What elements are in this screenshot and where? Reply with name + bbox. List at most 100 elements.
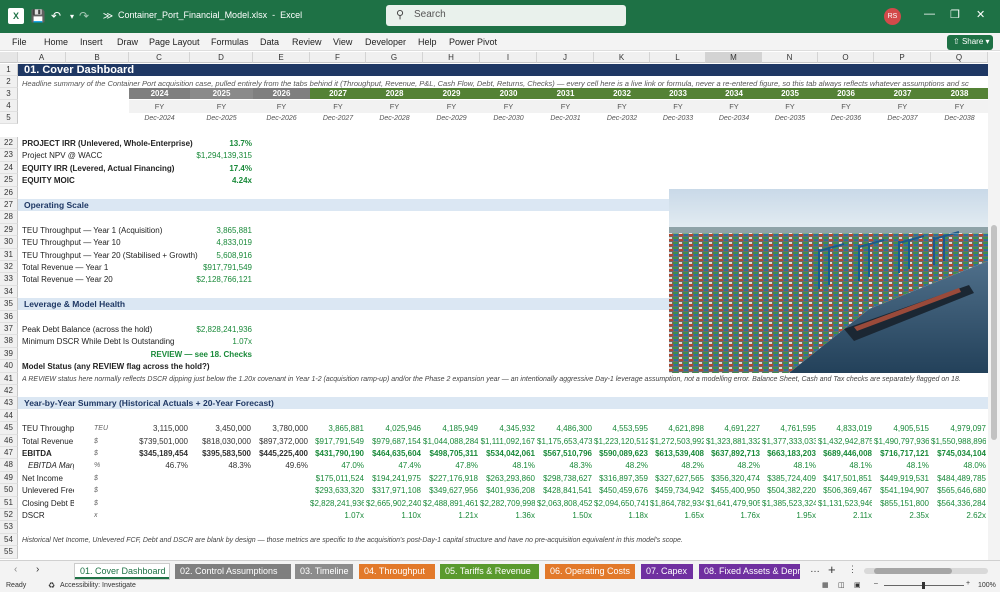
- period-end-cell[interactable]: Dec-2028: [366, 112, 423, 125]
- horizontal-scrollbar-thumb[interactable]: [874, 568, 952, 574]
- yoy-label[interactable]: EBITDA Margin: [22, 459, 74, 472]
- yoy-value[interactable]: $637,892,713: [706, 447, 760, 460]
- headline-value[interactable]: $1,294,139,315: [190, 149, 252, 162]
- row-header[interactable]: 43: [0, 397, 18, 410]
- sheet-tab[interactable]: 05. Tariffs & Revenue: [440, 564, 539, 579]
- year-header[interactable]: 2033: [650, 88, 706, 99]
- row-header[interactable]: 36: [0, 310, 18, 323]
- yoy-value[interactable]: $175,011,524: [310, 472, 364, 485]
- yoy-value[interactable]: $567,510,796: [537, 447, 592, 460]
- yoy-value[interactable]: $316,897,359: [594, 472, 648, 485]
- sheet-tab[interactable]: 04. Throughput: [359, 564, 435, 579]
- menu-formulas[interactable]: Formulas: [211, 37, 249, 47]
- yoy-value[interactable]: 48.3%: [190, 459, 251, 472]
- row-header[interactable]: 42: [0, 385, 18, 398]
- yoy-value[interactable]: $564,336,284: [931, 497, 986, 510]
- row-header[interactable]: 53: [0, 521, 18, 534]
- sheet-tab[interactable]: 03. Timeline: [295, 564, 353, 579]
- period-end-cell[interactable]: Dec-2033: [650, 112, 706, 125]
- yoy-value[interactable]: $2,063,808,452: [537, 497, 592, 510]
- yoy-value[interactable]: 47.8%: [423, 459, 478, 472]
- sheet-tab[interactable]: 08. Fixed Assets & Depr: [699, 564, 800, 579]
- row-header[interactable]: 1: [0, 64, 18, 76]
- yoy-value[interactable]: 48.1%: [762, 459, 816, 472]
- row-header[interactable]: 24: [0, 161, 18, 175]
- yoy-value[interactable]: 48.1%: [480, 459, 535, 472]
- yoy-value[interactable]: $1,432,942,875: [818, 435, 872, 448]
- zoom-level[interactable]: 100%: [978, 582, 996, 589]
- close-icon[interactable]: ✕: [976, 8, 985, 21]
- footnote[interactable]: Historical Net Income, Unlevered FCF, De…: [22, 534, 988, 547]
- row-header[interactable]: 2: [0, 76, 18, 88]
- sheet-tab[interactable]: 01. Cover Dashboard: [75, 564, 169, 579]
- yoy-value[interactable]: $565,646,680: [931, 484, 986, 497]
- menu-developer[interactable]: Developer: [365, 37, 406, 47]
- page-layout-view-icon[interactable]: ◫: [838, 581, 845, 589]
- yoy-value[interactable]: 2.11x: [818, 509, 872, 522]
- yoy-value[interactable]: 1.36x: [480, 509, 535, 522]
- undo-icon[interactable]: ↶: [48, 8, 64, 24]
- row-header[interactable]: 40: [0, 360, 18, 373]
- period-end-cell[interactable]: Dec-2035: [762, 112, 818, 125]
- yoy-value[interactable]: $1,385,523,324: [762, 497, 816, 510]
- metric-value[interactable]: 3,865,881: [190, 224, 252, 237]
- yoy-value[interactable]: 3,115,000: [129, 422, 188, 435]
- row-header[interactable]: 27: [0, 199, 18, 212]
- yoy-value[interactable]: $455,400,950: [706, 484, 760, 497]
- yoy-value[interactable]: 3,780,000: [253, 422, 308, 435]
- yoy-value[interactable]: $534,042,061: [480, 447, 535, 460]
- yoy-value[interactable]: 1.76x: [706, 509, 760, 522]
- metric-value[interactable]: $2,128,766,121: [190, 273, 252, 286]
- yoy-value[interactable]: $897,372,000: [253, 435, 308, 448]
- avatar[interactable]: RS: [884, 8, 901, 25]
- row-header[interactable]: 26: [0, 186, 18, 199]
- yoy-value[interactable]: 48.2%: [650, 459, 704, 472]
- yoy-value[interactable]: $317,971,108: [366, 484, 421, 497]
- row-header[interactable]: 39: [0, 347, 18, 361]
- row-header[interactable]: 48: [0, 459, 18, 472]
- yoy-value[interactable]: $504,382,220: [762, 484, 816, 497]
- column-header[interactable]: F: [310, 52, 366, 63]
- yoy-unit[interactable]: $: [94, 447, 124, 460]
- column-header[interactable]: H: [423, 52, 480, 63]
- year-header[interactable]: 2032: [594, 88, 650, 99]
- yoy-value[interactable]: 46.7%: [129, 459, 188, 472]
- column-header[interactable]: B: [66, 52, 129, 63]
- zoom-slider[interactable]: [884, 582, 964, 589]
- worksheet-grid[interactable]: ABCDEFGHIJKLMNOPQ 1 2 3 4 5 22 23 24 25 26 27 28 29 3…: [0, 52, 988, 560]
- yoy-label[interactable]: EBITDA: [22, 447, 74, 460]
- period-end-cell[interactable]: Dec-2030: [480, 112, 537, 125]
- save-icon[interactable]: 💾: [30, 8, 46, 24]
- column-header[interactable]: A: [18, 52, 66, 63]
- metric-value[interactable]: 1.07x: [190, 335, 252, 348]
- yoy-value[interactable]: $739,501,000: [129, 435, 188, 448]
- row-header[interactable]: 49: [0, 471, 18, 485]
- yoy-value[interactable]: 48.1%: [818, 459, 872, 472]
- yoy-value[interactable]: $590,089,623: [594, 447, 648, 460]
- period-end-cell[interactable]: Dec-2026: [253, 112, 310, 125]
- menu-file[interactable]: File: [12, 37, 27, 47]
- yoy-value[interactable]: 1.50x: [537, 509, 592, 522]
- column-header[interactable]: M: [706, 52, 762, 63]
- period-end-cell[interactable]: Dec-2025: [190, 112, 253, 125]
- row-header[interactable]: 33: [0, 273, 18, 286]
- yoy-value[interactable]: $227,176,918: [423, 472, 478, 485]
- search-box[interactable]: ⚲ Search: [386, 5, 626, 26]
- restore-icon[interactable]: ❐: [950, 8, 960, 21]
- year-header[interactable]: 2037: [874, 88, 931, 99]
- column-header[interactable]: L: [650, 52, 706, 63]
- yoy-value[interactable]: $2,828,241,936: [310, 497, 364, 510]
- yoy-value[interactable]: $1,377,333,033: [762, 435, 816, 448]
- row-header[interactable]: 46: [0, 434, 18, 447]
- yoy-value[interactable]: $1,111,092,167: [480, 435, 535, 448]
- year-header[interactable]: 2036: [818, 88, 874, 99]
- period-end-cell[interactable]: Dec-2024: [129, 112, 190, 125]
- sheet-title[interactable]: 01. Cover Dashboard: [18, 64, 988, 76]
- headline-value[interactable]: 4.24x: [190, 174, 252, 187]
- yoy-value[interactable]: $464,635,604: [366, 447, 421, 460]
- row-header[interactable]: 22: [0, 137, 18, 150]
- yoy-value[interactable]: 2.62x: [931, 509, 986, 522]
- yoy-value[interactable]: $506,369,467: [818, 484, 872, 497]
- headline-value[interactable]: 13.7%: [190, 137, 252, 150]
- vertical-scrollbar-thumb[interactable]: [991, 225, 997, 440]
